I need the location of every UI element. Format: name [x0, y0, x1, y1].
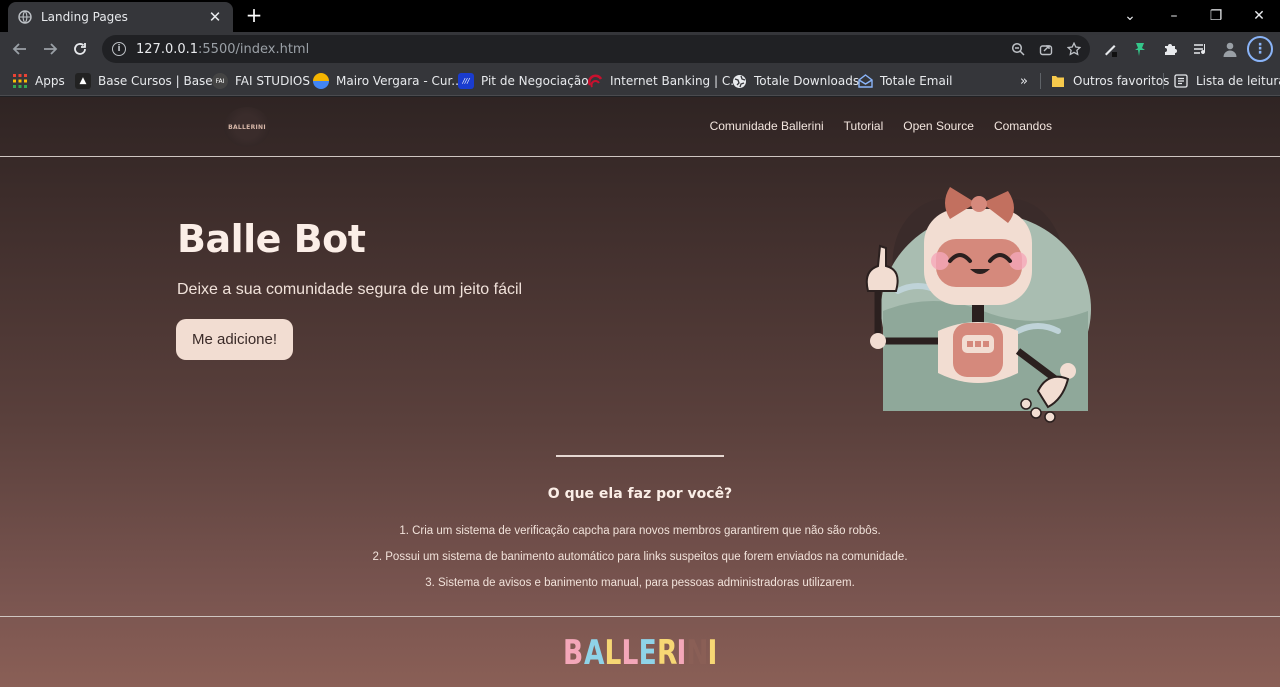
url-host: 127.0.0.1: [136, 41, 199, 57]
nav-link-comunidade[interactable]: Comunidade Ballerini: [710, 119, 824, 133]
globe-icon: [18, 10, 32, 24]
feature-item: 2. Possui um sistema de banimento automá…: [372, 551, 908, 563]
hero-title: Balle Bot: [177, 217, 366, 261]
nav-link-comandos[interactable]: Comandos: [994, 119, 1052, 133]
robot-illustration: [865, 187, 1091, 423]
bookmarks-overflow-button[interactable]: »: [1020, 71, 1028, 91]
bookmark-label: Apps: [35, 74, 65, 88]
nav-link-open-source[interactable]: Open Source: [903, 119, 974, 133]
bookmark-label: Internet Banking | C...: [610, 74, 742, 88]
bookmark-label: Pit de Negociação: [481, 74, 589, 88]
pit-icon: ///: [458, 73, 474, 89]
pen-extension-icon[interactable]: [1099, 38, 1121, 60]
tab-search-icon[interactable]: ⌄: [1108, 0, 1152, 32]
bookmark-other-favorites[interactable]: Outros favoritos: [1050, 71, 1169, 91]
restore-button[interactable]: ❐: [1194, 0, 1238, 32]
feature-item: 1. Cria um sistema de verificação capcha…: [399, 525, 881, 537]
bookmark-label: Base Cursos | Base...: [98, 74, 225, 88]
media-queue-icon[interactable]: [1189, 38, 1211, 60]
reload-icon[interactable]: [69, 38, 91, 60]
feature-item: 3. Sistema de avisos e banimento manual,…: [425, 577, 855, 589]
footer-logo-letter: E: [638, 633, 658, 673]
bookmark-label: Mairo Vergara - Cur...: [336, 74, 463, 88]
base-cursos-icon: ▲: [75, 73, 91, 89]
active-tab[interactable]: Landing Pages ✕: [8, 2, 233, 32]
footer-logo: BALLERINI: [0, 633, 1280, 673]
bookmark-label: Lista de leitura: [1196, 74, 1280, 88]
bookmarks-separator: [1040, 73, 1041, 89]
nav-link-tutorial[interactable]: Tutorial: [844, 119, 884, 133]
bookmark-star-icon[interactable]: [1064, 39, 1084, 59]
hero-subtitle: Deixe a sua comunidade segura de um jeit…: [177, 281, 523, 298]
fai-studios-icon: FAI: [212, 73, 228, 89]
bookmark-internet-banking[interactable]: Internet Banking | C...: [587, 71, 742, 91]
footer-logo-letter: A: [584, 633, 606, 673]
extensions-puzzle-icon[interactable]: [1159, 38, 1181, 60]
tab-strip: Landing Pages ✕ + ⌄ – ❐ ✕: [0, 0, 1280, 32]
add-bot-button[interactable]: Me adicione!: [176, 319, 293, 360]
globe-icon: [731, 73, 747, 89]
back-icon[interactable]: [9, 38, 31, 60]
bookmark-label: Totale Email: [880, 74, 953, 88]
section-divider: [556, 455, 724, 457]
bookmark-pit-negociacao[interactable]: /// Pit de Negociação: [458, 71, 589, 91]
site-navbar: BALLERINI Comunidade Ballerini Tutorial …: [0, 97, 1280, 157]
bookmark-fai-studios[interactable]: FAI FAI STUDIOS: [212, 71, 310, 91]
site-footer: BALLERINI: [0, 616, 1280, 687]
footer-logo-letter: L: [621, 633, 640, 673]
new-tab-button[interactable]: +: [243, 4, 265, 26]
bookmarks-separator: [1163, 73, 1164, 89]
bookmark-mairo-vergara[interactable]: Mairo Vergara - Cur...: [313, 71, 463, 91]
browser-toolbar: i 127.0.0.1:5500/index.html ⋮: [0, 32, 1280, 65]
reading-list-button[interactable]: Lista de leitura: [1173, 71, 1280, 91]
bookmark-label: FAI STUDIOS: [235, 74, 310, 88]
share-icon[interactable]: [1036, 39, 1056, 59]
folder-icon: [1050, 73, 1066, 89]
minimize-button[interactable]: –: [1152, 0, 1196, 32]
webpage: BALLERINI Comunidade Ballerini Tutorial …: [0, 97, 1280, 687]
bookmark-totale-email[interactable]: Totale Email: [857, 71, 953, 91]
nav-menu: Comunidade Ballerini Tutorial Open Sourc…: [710, 119, 1052, 133]
zoom-icon[interactable]: [1008, 39, 1028, 59]
reading-list-icon: [1173, 73, 1189, 89]
banking-icon: [587, 73, 603, 89]
footer-logo-letter: R: [656, 633, 679, 673]
profile-avatar-icon[interactable]: [1219, 38, 1241, 60]
bookmarks-bar: Apps ▲ Base Cursos | Base... FAI FAI STU…: [0, 65, 1280, 96]
tab-title: Landing Pages: [41, 10, 128, 24]
footer-logo-letter: I: [707, 633, 719, 673]
mairo-vergara-icon: [313, 73, 329, 89]
apps-grid-icon: [12, 73, 28, 89]
bookmark-apps[interactable]: Apps: [12, 71, 65, 91]
site-logo[interactable]: BALLERINI: [224, 107, 270, 147]
bookmark-base-cursos[interactable]: ▲ Base Cursos | Base...: [75, 71, 224, 91]
pin-extension-icon[interactable]: [1129, 38, 1151, 60]
browser-menu-icon[interactable]: ⋮: [1247, 36, 1273, 62]
features-list: 1. Cria um sistema de verificação capcha…: [0, 523, 1280, 601]
bookmark-label: Outros favoritos: [1073, 74, 1170, 88]
features-title: O que ela faz por você?: [547, 486, 733, 502]
footer-logo-letter: B: [563, 633, 585, 673]
close-tab-icon[interactable]: ✕: [207, 9, 223, 25]
address-bar[interactable]: i 127.0.0.1:5500/index.html: [102, 35, 1090, 63]
bookmark-totale-downloads[interactable]: Totale Downloads: [731, 71, 859, 91]
logo-text: BALLERINI: [228, 123, 266, 131]
bookmark-label: Totale Downloads: [754, 74, 860, 88]
close-window-button[interactable]: ✕: [1237, 0, 1280, 32]
footer-logo-letter: L: [604, 633, 623, 673]
forward-icon[interactable]: [39, 38, 61, 60]
footer-logo-letter: N: [686, 633, 709, 673]
site-info-icon[interactable]: i: [112, 42, 126, 56]
url-path: :5500/index.html: [198, 41, 310, 57]
totale-email-icon: [857, 73, 873, 89]
